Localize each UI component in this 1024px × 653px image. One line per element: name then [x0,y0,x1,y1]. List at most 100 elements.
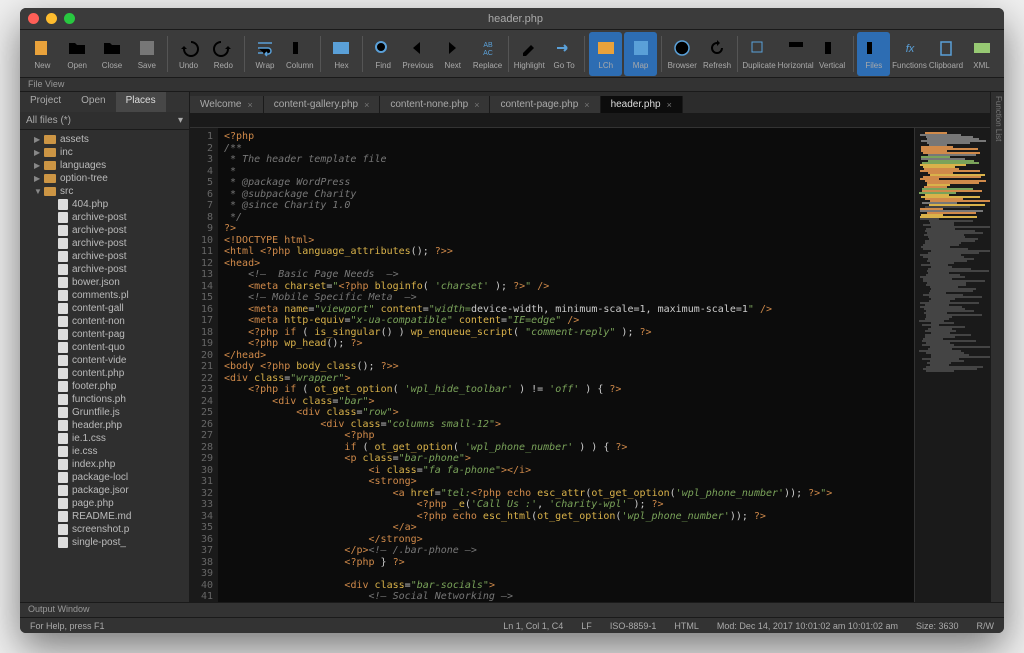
file-item[interactable]: content-non [20,315,189,328]
file-icon [58,511,68,522]
editor-tab[interactable]: content-page.php× [490,96,600,113]
svg-text:AB: AB [483,42,493,49]
status-position: Ln 1, Col 1, C4 [503,621,563,631]
toolbar-browser-button[interactable]: Browser [666,32,699,76]
sidebar-tab-project[interactable]: Project [20,92,71,112]
toolbar-highlight-button[interactable]: Highlight [513,32,546,76]
folder-item[interactable]: ▶assets [20,133,189,146]
file-icon [58,212,68,223]
toolbar-hex-button[interactable]: 0101Hex [325,32,358,76]
file-item[interactable]: content-pag [20,328,189,341]
file-item[interactable]: screenshot.p [20,523,189,536]
file-icon [58,316,68,327]
file-item[interactable]: header.php [20,419,189,432]
close-tab-icon[interactable]: × [584,100,589,110]
folder-item[interactable]: ▼src [20,185,189,198]
toolbar-xml-button[interactable]: </>XML [965,32,998,76]
file-item[interactable]: single-post_ [20,536,189,549]
close-tab-icon[interactable]: × [474,100,479,110]
file-item[interactable]: archive-post [20,237,189,250]
file-icon [58,446,68,457]
file-item[interactable]: package-locl [20,471,189,484]
file-icon [58,290,68,301]
find-icon [372,37,394,59]
toolbar-files-button[interactable]: Files [857,32,890,76]
toolbar-redo-button[interactable]: Redo [207,32,240,76]
file-icon [58,264,68,275]
horiz-icon [785,37,807,59]
file-item[interactable]: index.php [20,458,189,471]
folder-icon [44,161,56,170]
editor-tab[interactable]: content-none.php× [380,96,490,113]
toolbar-lch-button[interactable]: LChLCh [589,32,622,76]
toolbar-functions-button[interactable]: fxFunctions [892,32,927,76]
save-icon [136,37,158,59]
chevron-down-icon: ▾ [178,115,183,126]
toolbar-column-button[interactable]: Column [283,32,316,76]
folder-item[interactable]: ▶inc [20,146,189,159]
toolbar-close-button[interactable]: Close [96,32,129,76]
file-item[interactable]: comments.pl [20,289,189,302]
close-tab-icon[interactable]: × [364,100,369,110]
toolbar-undo-button[interactable]: Undo [172,32,205,76]
toolbar-open-button[interactable]: Open [61,32,94,76]
file-item[interactable]: ie.1.css [20,432,189,445]
editor-tab[interactable]: content-gallery.php× [264,96,381,113]
file-item[interactable]: content.php [20,367,189,380]
file-item[interactable]: package.jsor [20,484,189,497]
toolbar-duplicate-button[interactable]: Duplicate [742,32,775,76]
folder-item[interactable]: ▶option-tree [20,172,189,185]
file-tree: ▶assets▶inc▶languages▶option-tree▼src404… [20,130,189,602]
file-item[interactable]: footer.php [20,380,189,393]
dup-icon [748,37,770,59]
next-icon [442,37,464,59]
file-item[interactable]: content-quo [20,341,189,354]
xml-icon: </> [971,37,993,59]
toolbar-horizontal-button[interactable]: Horizontal [778,32,814,76]
file-icon [58,303,68,314]
file-item[interactable]: ie.css [20,445,189,458]
file-item[interactable]: content-gall [20,302,189,315]
folder-icon [44,135,56,144]
file-item[interactable]: archive-post [20,211,189,224]
file-item[interactable]: page.php [20,497,189,510]
file-icon [58,381,68,392]
toolbar-vertical-button[interactable]: Vertical [816,32,849,76]
file-icon [58,329,68,340]
sidebar-tab-places[interactable]: Places [116,92,166,112]
folder-item[interactable]: ▶languages [20,159,189,172]
close-tab-icon[interactable]: × [248,100,253,110]
file-item[interactable]: Gruntfile.js [20,406,189,419]
toolbar-refresh-button[interactable]: Refresh [701,32,734,76]
file-item[interactable]: functions.ph [20,393,189,406]
sidebar-tab-open[interactable]: Open [71,92,115,112]
file-icon [58,472,68,483]
file-item[interactable]: 404.php [20,198,189,211]
code-area[interactable]: 1234567891011121314151617181920212223242… [190,128,1004,602]
file-item[interactable]: bower.json [20,276,189,289]
file-item[interactable]: archive-post [20,263,189,276]
output-window-label[interactable]: Output Window [20,602,1004,617]
file-icon [58,420,68,431]
toolbar-map-button[interactable]: Map [624,32,657,76]
file-item[interactable]: archive-post [20,250,189,263]
close-tab-icon[interactable]: × [667,100,672,110]
file-item[interactable]: content-vide [20,354,189,367]
toolbar-previous-button[interactable]: Previous [402,32,435,76]
toolbar-go to-button[interactable]: Go To [548,32,581,76]
toolbar-next-button[interactable]: Next [436,32,469,76]
editor-tab[interactable]: header.php× [601,96,683,113]
column-icon [289,37,311,59]
toolbar-new-button[interactable]: New [26,32,59,76]
file-item[interactable]: archive-post [20,224,189,237]
toolbar-replace-button[interactable]: ABACReplace [471,32,504,76]
toolbar-find-button[interactable]: Find [367,32,400,76]
toolbar-wrap-button[interactable]: Wrap [249,32,282,76]
code-content[interactable]: <?php /** * The header template file * *… [218,128,914,602]
file-filter[interactable]: All files (*) ▾ [20,112,189,130]
editor-tab[interactable]: Welcome× [190,96,264,113]
toolbar-save-button[interactable]: Save [130,32,163,76]
toolbar-clipboard-button[interactable]: Clipboard [929,32,963,76]
file-item[interactable]: README.md [20,510,189,523]
function-list-strip[interactable]: Function List [990,92,1004,602]
